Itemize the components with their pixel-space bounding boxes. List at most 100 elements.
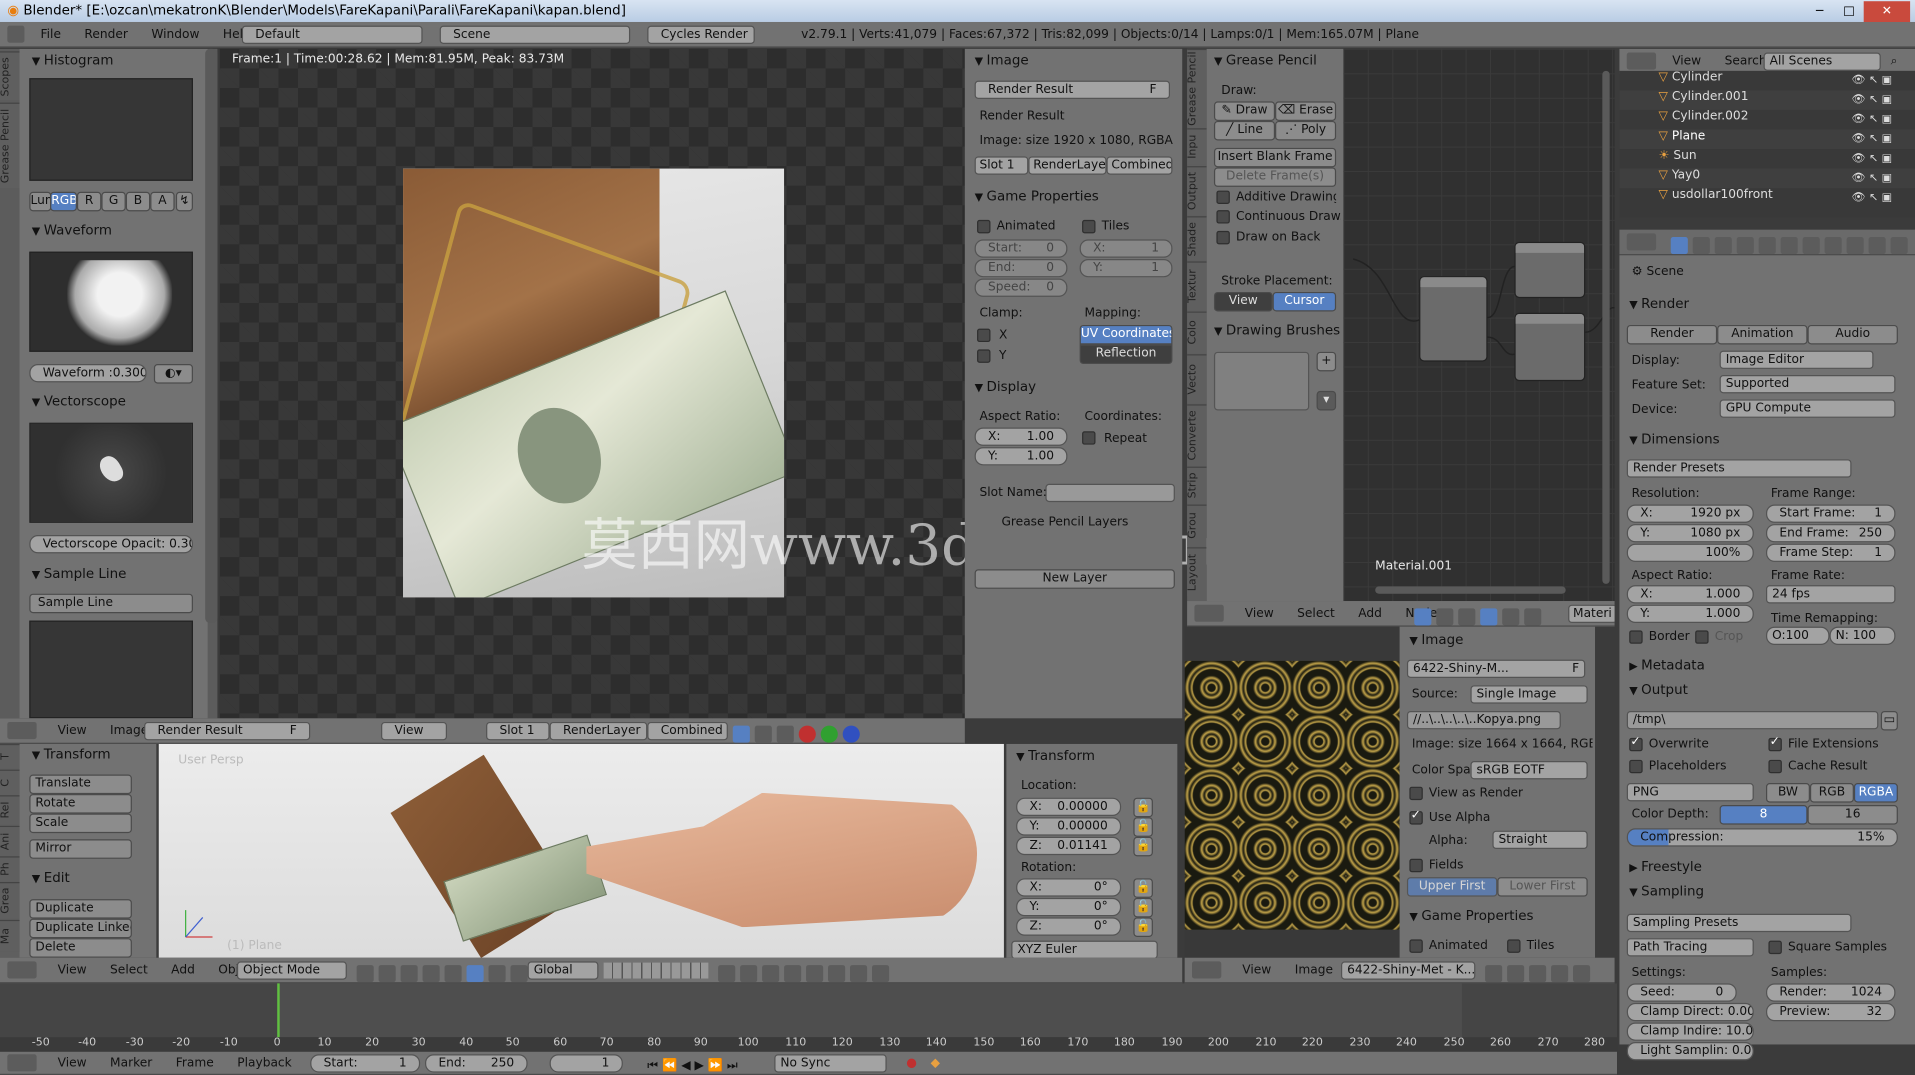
- vtab-animation[interactable]: Ani: [0, 825, 20, 856]
- blue-channel-icon[interactable]: [842, 725, 860, 743]
- view-as-render-checkbox[interactable]: [1409, 786, 1423, 801]
- visibility-icons[interactable]: 👁 ↖ ▣ 👁 ↖ ▣ 👁 ↖ ▣ 👁 ↖ ▣ 👁 ↖ ▣ 👁 ↖ ▣ 👁 ↖ ▣: [1851, 71, 1912, 208]
- bw-button[interactable]: BW: [1765, 783, 1810, 803]
- waveform-header[interactable]: Waveform: [32, 222, 112, 238]
- tab-converter[interactable]: Converte: [1187, 404, 1207, 466]
- timeline-area[interactable]: -50 -40 -30 -20 -10 0 10 20 30 40 50 60 …: [0, 983, 1618, 1052]
- rgb-button[interactable]: RGB: [1809, 783, 1854, 803]
- red-channel-icon[interactable]: [798, 725, 816, 743]
- repeat-checkbox[interactable]: [1082, 431, 1096, 445]
- mode-dropdown[interactable]: Object Mode: [236, 961, 347, 980]
- vtab-ma[interactable]: Ma: [0, 919, 20, 952]
- histogram-mode-icon[interactable]: ↯: [175, 191, 193, 212]
- node-scrollbar-v[interactable]: [1602, 70, 1610, 584]
- poly-button[interactable]: ⋰ Poly: [1275, 120, 1337, 141]
- view-dropdown[interactable]: View: [381, 721, 447, 741]
- draw-on-back-checkbox[interactable]: [1216, 230, 1230, 245]
- duplicate-linked-button[interactable]: Duplicate Linked: [29, 918, 132, 939]
- sample-line-header[interactable]: Sample Line: [32, 566, 127, 582]
- node-menu-select[interactable]: Select: [1297, 601, 1335, 625]
- file-format-dropdown[interactable]: PNG: [1626, 783, 1754, 802]
- dimensions-header[interactable]: Dimensions: [1629, 431, 1719, 447]
- rgb-display-icon[interactable]: [732, 725, 750, 743]
- close-icon[interactable]: ✕: [1863, 1, 1911, 24]
- tab-shader[interactable]: Shade: [1187, 216, 1207, 261]
- menu-file[interactable]: File: [41, 22, 61, 46]
- display-section-header[interactable]: Display: [975, 379, 1037, 395]
- lock-location-z-icon[interactable]: 🔓: [1133, 836, 1153, 857]
- brush-down-icon[interactable]: ▾: [1316, 390, 1337, 411]
- grease-pencil-layers-label[interactable]: Grease Pencil Layers: [1001, 516, 1128, 529]
- color-space-dropdown[interactable]: sRGB EOTF: [1470, 761, 1588, 780]
- lower-first-button[interactable]: Lower First: [1497, 877, 1588, 897]
- timeline-end-field[interactable]: End: 250: [425, 1054, 528, 1073]
- info-editor-icon[interactable]: [7, 25, 25, 43]
- shader-type-icons[interactable]: [1412, 605, 1544, 626]
- shading-icons[interactable]: [354, 961, 530, 983]
- sampling-header[interactable]: Sampling: [1629, 883, 1704, 899]
- menu-view[interactable]: View: [58, 718, 87, 742]
- tab-vector[interactable]: Vecto: [1187, 354, 1207, 404]
- menu-render[interactable]: Render: [84, 22, 127, 46]
- texture-game-properties[interactable]: Game Properties: [1409, 908, 1533, 924]
- device-dropdown[interactable]: GPU Compute: [1719, 399, 1896, 418]
- menu-image[interactable]: Image: [110, 718, 148, 742]
- texture-image-dropdown[interactable]: 6422-Shiny-Met - K...: [1340, 961, 1476, 980]
- transform-panel-header[interactable]: Transform: [1016, 748, 1095, 764]
- resolution-x-field[interactable]: X: 1920 px: [1626, 504, 1754, 523]
- vtab-physics[interactable]: Ph: [0, 856, 20, 881]
- drawing-brushes-header[interactable]: Drawing Brushes: [1214, 323, 1340, 339]
- channel-lum[interactable]: Lum: [29, 191, 52, 212]
- render-pass-field[interactable]: Combined: [1106, 156, 1173, 175]
- channel-display-icons[interactable]: [730, 722, 862, 743]
- viewport-menu-add[interactable]: Add: [171, 958, 195, 982]
- feature-set-dropdown[interactable]: Supported: [1719, 375, 1896, 394]
- audio-button[interactable]: Audio: [1807, 324, 1898, 345]
- aspect-x-field[interactable]: X: 1.000: [1626, 585, 1754, 604]
- light-sampling-field[interactable]: Light Samplin: 0.01: [1626, 1042, 1754, 1061]
- texture-file-path[interactable]: //..\..\..\..\..Kopya.png: [1406, 710, 1561, 730]
- aspect-y-field[interactable]: Y: 1.00: [974, 447, 1068, 466]
- slot-field[interactable]: Slot 1: [974, 156, 1029, 175]
- playback-controls[interactable]: ⏮ ⏪ ◀ ▶ ⏩ ⏭: [647, 1054, 738, 1074]
- upper-first-button[interactable]: Upper First: [1406, 877, 1498, 897]
- tab-gp[interactable]: Grease Pencil: [1187, 48, 1207, 128]
- output-path-input[interactable]: /tmp\: [1626, 710, 1879, 730]
- tab-color[interactable]: Colo: [1187, 311, 1207, 354]
- render-result-field[interactable]: Render Result F: [144, 721, 311, 741]
- cache-result-checkbox[interactable]: [1768, 759, 1782, 774]
- clamp-x-checkbox[interactable]: [977, 328, 991, 343]
- time-old-field[interactable]: O:100: [1765, 626, 1830, 646]
- lock-location-x-icon[interactable]: 🔓: [1133, 797, 1153, 818]
- delete-button[interactable]: Delete: [29, 938, 132, 958]
- scale-button[interactable]: Scale: [29, 813, 132, 834]
- node-menu-add[interactable]: Add: [1358, 601, 1382, 625]
- snap-icons[interactable]: [716, 961, 892, 983]
- animated-checkbox[interactable]: [977, 219, 991, 234]
- keying-icon[interactable]: ◆: [931, 1052, 940, 1074]
- current-frame-field[interactable]: 1: [549, 1054, 623, 1073]
- channel-rgb[interactable]: RGB: [50, 191, 77, 212]
- texture-image-view[interactable]: [1184, 626, 1400, 958]
- aspect-y-field[interactable]: Y: 1.000: [1626, 604, 1754, 624]
- compression-slider[interactable]: Compression: 15%: [1626, 828, 1898, 847]
- depth-16-button[interactable]: 16: [1807, 805, 1898, 825]
- end-frame-field[interactable]: End Frame: 250: [1765, 524, 1896, 543]
- orientation-dropdown[interactable]: Global: [527, 961, 599, 980]
- image-datablock-field[interactable]: Render Result F: [974, 80, 1171, 99]
- channel-r[interactable]: R: [76, 191, 102, 212]
- fps-dropdown[interactable]: 24 fps: [1765, 585, 1896, 604]
- uv-coordinates-button[interactable]: UV Coordinates: [1079, 324, 1173, 345]
- clamp-y-checkbox[interactable]: [977, 349, 991, 363]
- properties-context-icons[interactable]: [1668, 233, 1910, 255]
- lock-location-y-icon[interactable]: 🔓: [1133, 817, 1153, 837]
- node-menu-view[interactable]: View: [1245, 601, 1274, 625]
- output-header[interactable]: Output: [1629, 682, 1688, 698]
- speed-field[interactable]: Speed: 0: [974, 278, 1068, 297]
- alpha-mode-dropdown[interactable]: Straight: [1492, 830, 1588, 850]
- properties-type-icon[interactable]: [1626, 233, 1657, 251]
- insert-blank-frame-button[interactable]: Insert Blank Frame: [1213, 147, 1337, 168]
- tiles-x-field[interactable]: X: 1: [1079, 239, 1173, 258]
- grease-pencil-header[interactable]: Grease Pencil: [1214, 53, 1317, 69]
- sync-dropdown[interactable]: No Sync: [774, 1054, 887, 1073]
